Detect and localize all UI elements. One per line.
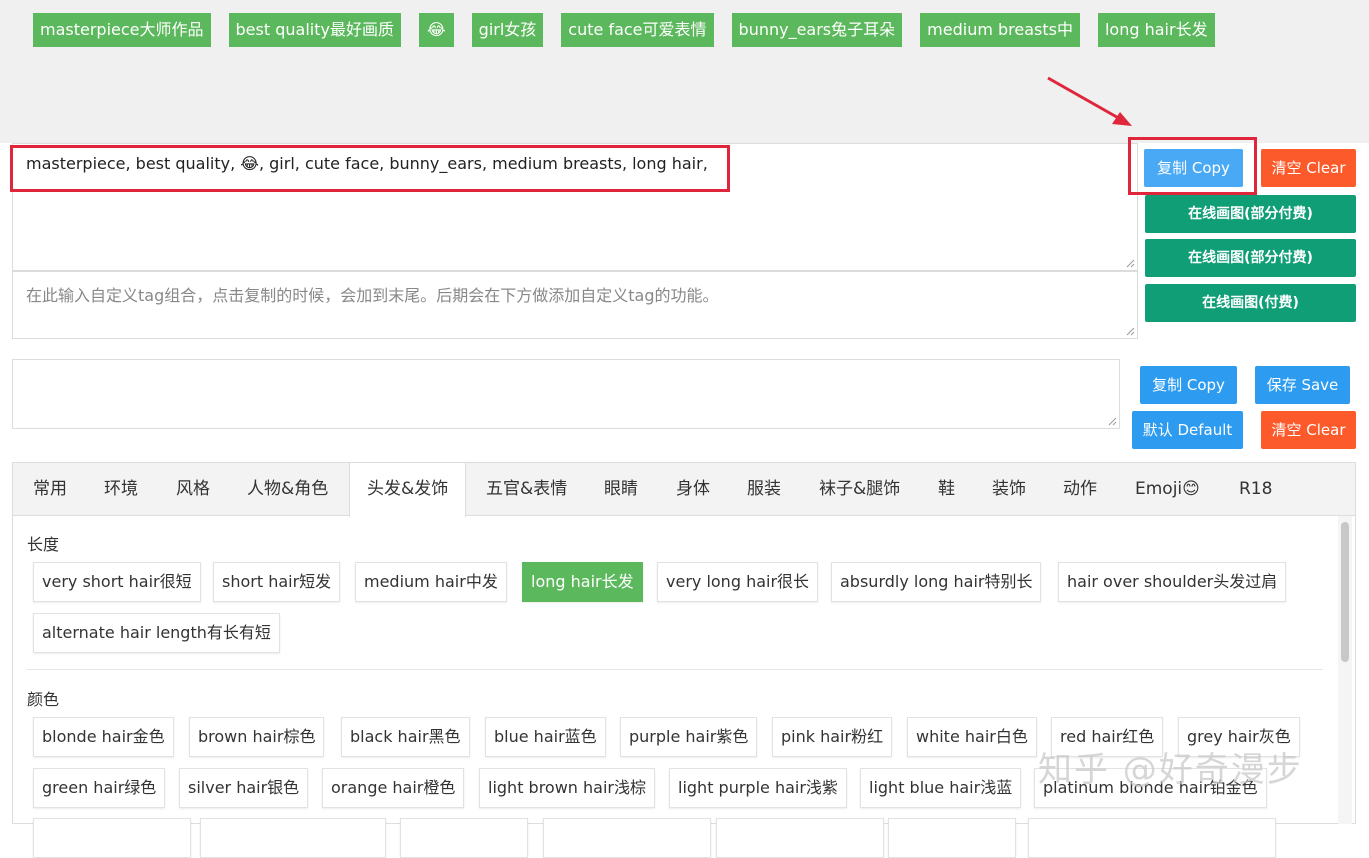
tab-r18[interactable]: R18 — [1239, 463, 1272, 516]
hair-color-option[interactable]: light brown hair浅棕 — [479, 768, 656, 808]
tab-style[interactable]: 风格 — [176, 463, 210, 516]
tab-eyes[interactable]: 眼睛 — [604, 463, 638, 516]
hair-length-option[interactable]: alternate hair length有长有短 — [33, 613, 280, 653]
resize-handle-icon[interactable] — [1126, 327, 1135, 336]
selected-tag[interactable]: best quality最好画质 — [228, 13, 401, 47]
tab-bar: 常用 环境 风格 人物&角色 头发&发饰 五官&表情 眼睛 身体 服装 袜子&腿… — [13, 463, 1355, 517]
hair-color-option[interactable]: light purple hair浅紫 — [669, 768, 847, 808]
hair-color-option-partial[interactable] — [400, 818, 528, 858]
hair-length-option[interactable]: absurdly long hair特别长 — [831, 562, 1042, 602]
selected-tags-area: masterpiece大师作品 best quality最好画质 😂 girl女… — [0, 0, 1369, 143]
panel-scrollbar[interactable] — [1338, 516, 1352, 824]
resize-handle-icon[interactable] — [1126, 259, 1135, 268]
hair-color-option-partial[interactable] — [888, 818, 1016, 858]
tab-socks-legwear[interactable]: 袜子&腿饰 — [819, 463, 900, 516]
clear-button[interactable]: 清空 Clear — [1261, 149, 1356, 187]
resize-handle-icon[interactable] — [1108, 417, 1117, 426]
selected-tag[interactable]: girl女孩 — [471, 13, 544, 47]
selected-tag[interactable]: long hair长发 — [1097, 13, 1215, 47]
hair-color-option-partial[interactable] — [716, 818, 884, 858]
tab-environment[interactable]: 环境 — [104, 463, 138, 516]
annotation-arrow-icon — [1047, 76, 1132, 126]
watermark: 知乎 @好奇漫步 — [1038, 750, 1303, 790]
clear-saved-button[interactable]: 清空 Clear — [1261, 411, 1356, 449]
tab-character[interactable]: 人物&角色 — [247, 463, 328, 516]
hair-color-option[interactable]: blonde hair金色 — [33, 717, 174, 757]
hair-color-option[interactable]: black hair黑色 — [341, 717, 470, 757]
hair-color-option[interactable]: purple hair紫色 — [620, 717, 758, 757]
selected-tags-list: masterpiece大师作品 best quality最好画质 😂 girl女… — [33, 13, 1233, 47]
scrollbar-thumb[interactable] — [1341, 522, 1349, 662]
online-draw-partial-paid-button-2[interactable]: 在线画图(部分付费) — [1145, 239, 1356, 277]
selected-tag-emoji[interactable]: 😂 — [418, 13, 454, 47]
tab-hair[interactable]: 头发&发饰 — [349, 463, 467, 517]
selected-tag[interactable]: masterpiece大师作品 — [33, 13, 211, 47]
tab-accessories[interactable]: 装饰 — [992, 463, 1026, 516]
hair-length-option[interactable]: medium hair中发 — [355, 562, 507, 602]
hair-color-option[interactable]: silver hair银色 — [179, 768, 309, 808]
hair-color-option[interactable]: blue hair蓝色 — [485, 717, 606, 757]
hair-color-option-partial[interactable] — [543, 818, 711, 858]
save-button[interactable]: 保存 Save — [1255, 366, 1350, 404]
hair-color-option[interactable]: white hair白色 — [907, 717, 1037, 757]
hair-color-option[interactable]: green hair绿色 — [33, 768, 166, 808]
copy-saved-button[interactable]: 复制 Copy — [1140, 366, 1237, 404]
hair-color-option[interactable]: brown hair棕色 — [189, 717, 325, 757]
hair-length-option[interactable]: short hair短发 — [213, 562, 341, 602]
hair-color-option[interactable]: pink hair粉红 — [772, 717, 893, 757]
custom-tag-textarea[interactable]: 在此输入自定义tag组合，点击复制的时候，会加到末尾。后期会在下方做添加自定义t… — [12, 271, 1138, 339]
online-draw-paid-button[interactable]: 在线画图(付费) — [1145, 284, 1356, 322]
hair-length-option[interactable]: very short hair很短 — [33, 562, 201, 602]
hair-color-option-partial[interactable] — [1028, 818, 1276, 858]
selected-tag[interactable]: cute face可爱表情 — [561, 13, 714, 47]
section-label-length: 长度 — [27, 535, 60, 554]
section-divider — [27, 669, 1323, 670]
tab-actions[interactable]: 动作 — [1063, 463, 1097, 516]
hair-color-option[interactable]: orange hair橙色 — [322, 768, 465, 808]
default-button[interactable]: 默认 Default — [1132, 411, 1243, 449]
hair-color-option[interactable]: light blue hair浅蓝 — [860, 768, 1022, 808]
selected-tag[interactable]: bunny_ears兔子耳朵 — [731, 13, 903, 47]
hair-color-option-partial[interactable] — [200, 818, 386, 858]
tab-shoes[interactable]: 鞋 — [938, 463, 955, 516]
saved-prompt-textarea[interactable] — [12, 359, 1120, 429]
tab-face-expression[interactable]: 五官&表情 — [486, 463, 567, 516]
highlight-box-prompt — [10, 145, 730, 192]
hair-length-option-selected[interactable]: long hair长发 — [522, 562, 643, 602]
tab-clothing[interactable]: 服装 — [747, 463, 781, 516]
hair-color-option-partial[interactable] — [33, 818, 191, 858]
hair-length-option[interactable]: hair over shoulder头发过肩 — [1058, 562, 1287, 602]
tab-common[interactable]: 常用 — [33, 463, 67, 516]
online-draw-partial-paid-button-1[interactable]: 在线画图(部分付费) — [1145, 195, 1356, 233]
highlight-box-copy — [1128, 137, 1257, 195]
tab-emoji[interactable]: Emoji😊 — [1135, 463, 1200, 516]
hair-length-option[interactable]: very long hair很长 — [657, 562, 819, 602]
tab-body[interactable]: 身体 — [676, 463, 710, 516]
section-label-color: 颜色 — [27, 690, 60, 709]
selected-tag[interactable]: medium breasts中 — [920, 13, 1080, 47]
custom-tag-placeholder: 在此输入自定义tag组合，点击复制的时候，会加到末尾。后期会在下方做添加自定义t… — [26, 286, 719, 305]
